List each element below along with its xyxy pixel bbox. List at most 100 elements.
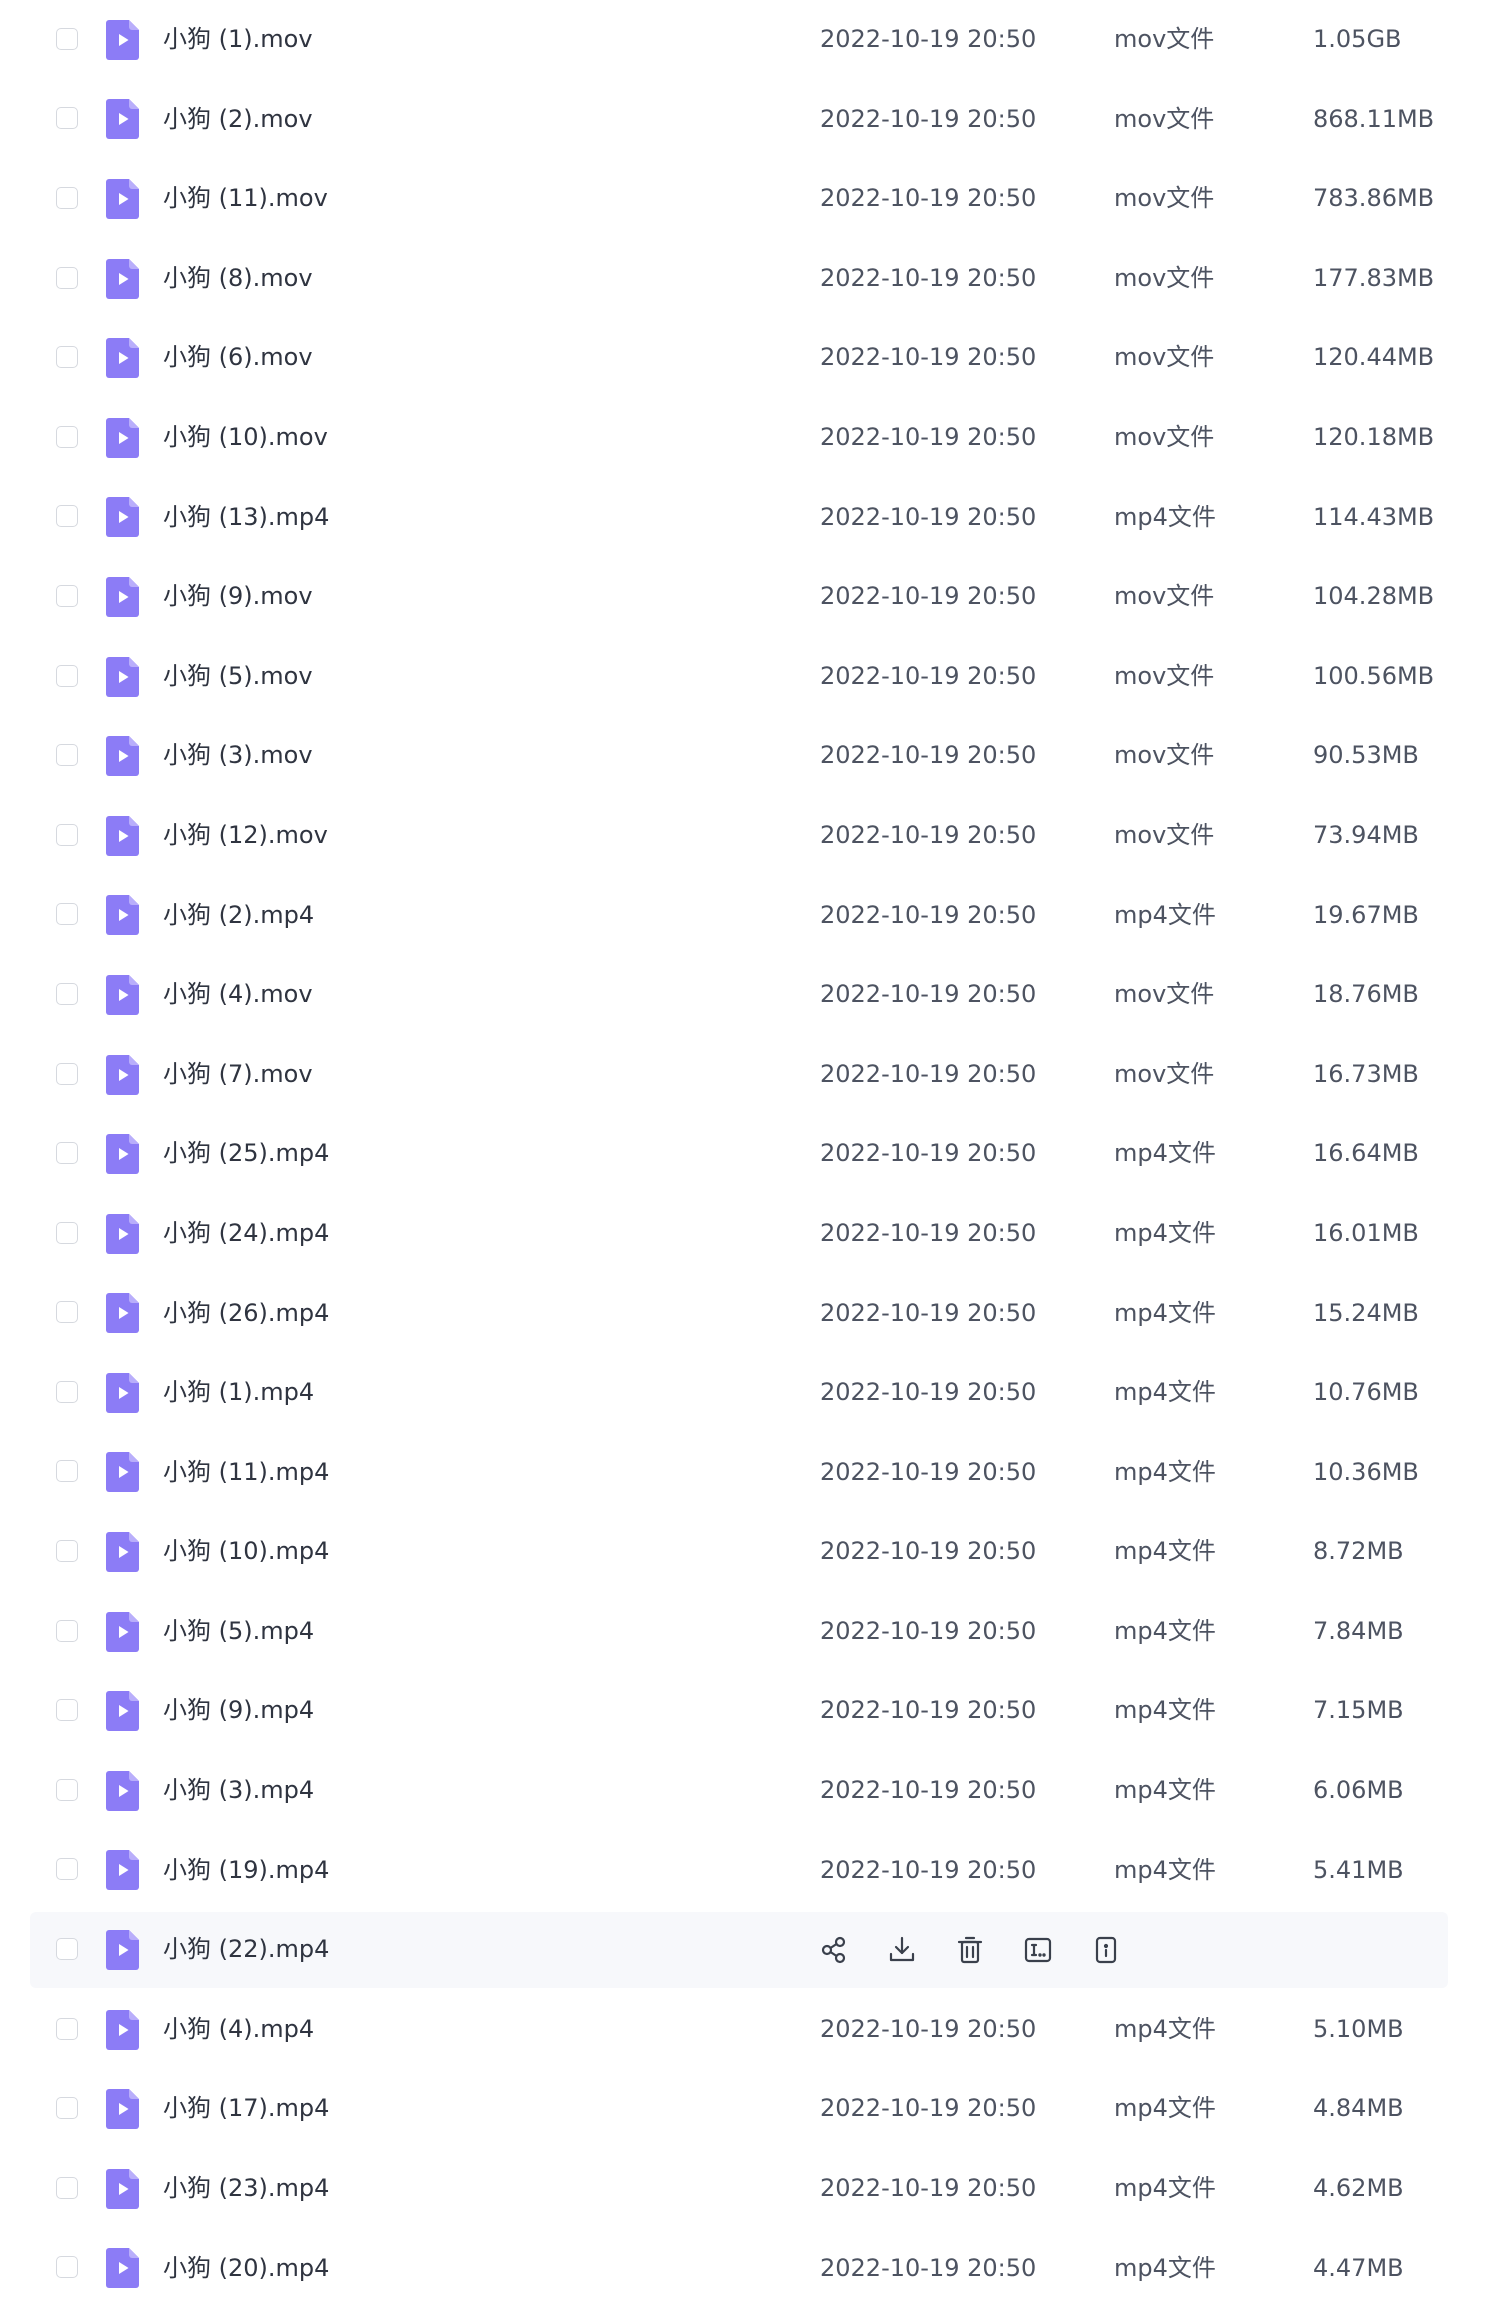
file-name[interactable]: 小狗 (3).mov bbox=[163, 716, 313, 796]
file-name[interactable]: 小狗 (26).mp4 bbox=[163, 1274, 329, 1354]
download-button[interactable] bbox=[882, 1930, 922, 1970]
row-checkbox[interactable] bbox=[56, 1142, 78, 1165]
row-checkbox[interactable] bbox=[56, 425, 78, 448]
video-file-icon bbox=[106, 497, 139, 538]
file-row[interactable]: 小狗 (5).mp4 2022-10-19 20:50 mp4文件 7.84MB bbox=[0, 1592, 1500, 1672]
file-name[interactable]: 小狗 (2).mp4 bbox=[163, 876, 314, 956]
file-row[interactable]: 小狗 (10).mov 2022-10-19 20:50 mov文件 120.18MB bbox=[0, 398, 1500, 478]
file-name[interactable]: 小狗 (10).mov bbox=[163, 398, 328, 478]
file-row[interactable]: 小狗 (22).mp4 bbox=[0, 1910, 1500, 1990]
video-file-icon bbox=[106, 974, 139, 1015]
row-checkbox[interactable] bbox=[56, 664, 78, 687]
file-size: 16.64MB bbox=[1313, 1139, 1419, 1168]
file-name[interactable]: 小狗 (19).mp4 bbox=[163, 1831, 329, 1911]
row-checkbox[interactable] bbox=[56, 505, 78, 528]
file-row[interactable]: 小狗 (25).mp4 2022-10-19 20:50 mp4文件 16.64MB bbox=[0, 1114, 1500, 1194]
file-name[interactable]: 小狗 (4).mp4 bbox=[163, 1990, 314, 2070]
row-checkbox[interactable] bbox=[56, 744, 78, 767]
file-row[interactable]: 小狗 (9).mov 2022-10-19 20:50 mov文件 104.28MB bbox=[0, 557, 1500, 637]
file-name[interactable]: 小狗 (10).mp4 bbox=[163, 1512, 329, 1592]
file-name[interactable]: 小狗 (25).mp4 bbox=[163, 1114, 329, 1194]
file-row[interactable]: 小狗 (20).mp4 2022-10-19 20:50 mp4文件 4.47MB bbox=[0, 2229, 1500, 2309]
file-row[interactable]: 小狗 (17).mp4 2022-10-19 20:50 mp4文件 4.84MB bbox=[0, 2069, 1500, 2149]
row-checkbox[interactable] bbox=[56, 1858, 78, 1881]
file-row[interactable]: 小狗 (13).mp4 2022-10-19 20:50 mp4文件 114.43MB bbox=[0, 478, 1500, 558]
file-name[interactable]: 小狗 (3).mp4 bbox=[163, 1751, 314, 1831]
file-name[interactable]: 小狗 (20).mp4 bbox=[163, 2229, 329, 2309]
row-checkbox[interactable] bbox=[56, 1221, 78, 1244]
file-row[interactable]: 小狗 (4).mp4 2022-10-19 20:50 mp4文件 5.10MB bbox=[0, 1990, 1500, 2070]
file-name[interactable]: 小狗 (13).mp4 bbox=[163, 478, 329, 558]
row-checkbox[interactable] bbox=[56, 1062, 78, 1085]
file-row[interactable]: 小狗 (12).mov 2022-10-19 20:50 mov文件 73.94MB bbox=[0, 796, 1500, 876]
file-row[interactable]: 小狗 (19).mp4 2022-10-19 20:50 mp4文件 5.41MB bbox=[0, 1831, 1500, 1911]
file-row[interactable]: 小狗 (10).mp4 2022-10-19 20:50 mp4文件 8.72MB bbox=[0, 1512, 1500, 1592]
file-name[interactable]: 小狗 (1).mov bbox=[163, 0, 313, 80]
file-row[interactable]: 小狗 (6).mov 2022-10-19 20:50 mov文件 120.44MB bbox=[0, 318, 1500, 398]
file-name[interactable]: 小狗 (1).mp4 bbox=[163, 1353, 314, 1433]
row-checkbox[interactable] bbox=[56, 1778, 78, 1801]
file-row[interactable]: 小狗 (2).mp4 2022-10-19 20:50 mp4文件 19.67MB bbox=[0, 876, 1500, 956]
row-checkbox[interactable] bbox=[56, 346, 78, 369]
file-name[interactable]: 小狗 (11).mov bbox=[163, 159, 328, 239]
file-name[interactable]: 小狗 (5).mp4 bbox=[163, 1592, 314, 1672]
row-checkbox[interactable] bbox=[56, 186, 78, 209]
delete-button[interactable] bbox=[950, 1930, 990, 1970]
row-checkbox[interactable] bbox=[56, 266, 78, 289]
row-checkbox[interactable] bbox=[56, 2176, 78, 2199]
file-name[interactable]: 小狗 (8).mov bbox=[163, 239, 313, 319]
file-row[interactable]: 小狗 (4).mov 2022-10-19 20:50 mov文件 18.76MB bbox=[0, 955, 1500, 1035]
file-row[interactable]: 小狗 (1).mp4 2022-10-19 20:50 mp4文件 10.76MB bbox=[0, 1353, 1500, 1433]
row-checkbox[interactable] bbox=[56, 2097, 78, 2120]
file-row[interactable]: 小狗 (2).mov 2022-10-19 20:50 mov文件 868.11MB bbox=[0, 80, 1500, 160]
file-row[interactable]: 小狗 (5).mov 2022-10-19 20:50 mov文件 100.56MB bbox=[0, 637, 1500, 717]
row-checkbox[interactable] bbox=[56, 1619, 78, 1642]
file-name[interactable]: 小狗 (24).mp4 bbox=[163, 1194, 329, 1274]
video-file-icon bbox=[106, 2248, 139, 2289]
file-name[interactable]: 小狗 (12).mov bbox=[163, 796, 328, 876]
row-checkbox[interactable] bbox=[56, 1540, 78, 1563]
file-row[interactable]: 小狗 (3).mov 2022-10-19 20:50 mov文件 90.53MB bbox=[0, 716, 1500, 796]
share-button[interactable] bbox=[814, 1930, 854, 1970]
file-row[interactable]: 小狗 (24).mp4 2022-10-19 20:50 mp4文件 16.01MB bbox=[0, 1194, 1500, 1274]
row-checkbox[interactable] bbox=[56, 107, 78, 130]
file-row[interactable]: 小狗 (9).mp4 2022-10-19 20:50 mp4文件 7.15MB bbox=[0, 1671, 1500, 1751]
file-row[interactable]: 小狗 (1).mov 2022-10-19 20:50 mov文件 1.05GB bbox=[0, 0, 1500, 80]
row-checkbox[interactable] bbox=[56, 1460, 78, 1483]
row-checkbox[interactable] bbox=[56, 982, 78, 1005]
file-size: 7.84MB bbox=[1313, 1616, 1404, 1645]
rename-button[interactable] bbox=[1018, 1930, 1058, 1970]
file-name[interactable]: 小狗 (2).mov bbox=[163, 80, 313, 160]
file-row[interactable]: 小狗 (8).mov 2022-10-19 20:50 mov文件 177.83MB bbox=[0, 239, 1500, 319]
file-name[interactable]: 小狗 (5).mov bbox=[163, 637, 313, 717]
more-button[interactable] bbox=[1086, 1930, 1126, 1970]
file-row[interactable]: 小狗 (11).mov 2022-10-19 20:50 mov文件 783.86MB bbox=[0, 159, 1500, 239]
row-checkbox[interactable] bbox=[56, 1380, 78, 1403]
row-checkbox[interactable] bbox=[56, 1699, 78, 1722]
file-name[interactable]: 小狗 (22).mp4 bbox=[163, 1910, 329, 1990]
row-checkbox[interactable] bbox=[56, 584, 78, 607]
file-name[interactable]: 小狗 (9).mp4 bbox=[163, 1671, 314, 1751]
file-name[interactable]: 小狗 (4).mov bbox=[163, 955, 313, 1035]
file-name[interactable]: 小狗 (7).mov bbox=[163, 1035, 313, 1115]
file-row[interactable]: 小狗 (26).mp4 2022-10-19 20:50 mp4文件 15.24MB bbox=[0, 1274, 1500, 1354]
file-row[interactable]: 小狗 (3).mp4 2022-10-19 20:50 mp4文件 6.06MB bbox=[0, 1751, 1500, 1831]
file-name[interactable]: 小狗 (9).mov bbox=[163, 557, 313, 637]
file-size: 177.83MB bbox=[1313, 263, 1435, 292]
file-row[interactable]: 小狗 (11).mp4 2022-10-19 20:50 mp4文件 10.36MB bbox=[0, 1433, 1500, 1513]
file-row[interactable]: 小狗 (7).mov 2022-10-19 20:50 mov文件 16.73MB bbox=[0, 1035, 1500, 1115]
row-checkbox[interactable] bbox=[56, 903, 78, 926]
file-type: mp4文件 bbox=[1114, 2174, 1216, 2203]
row-checkbox[interactable] bbox=[56, 2017, 78, 2040]
file-row[interactable]: 小狗 (23).mp4 2022-10-19 20:50 mp4文件 4.62MB bbox=[0, 2149, 1500, 2229]
row-checkbox[interactable] bbox=[56, 1301, 78, 1324]
row-checkbox[interactable] bbox=[56, 823, 78, 846]
file-name[interactable]: 小狗 (6).mov bbox=[163, 318, 313, 398]
file-name[interactable]: 小狗 (17).mp4 bbox=[163, 2069, 329, 2149]
file-size: 16.01MB bbox=[1313, 1218, 1419, 1247]
row-checkbox[interactable] bbox=[56, 2256, 78, 2279]
file-name[interactable]: 小狗 (11).mp4 bbox=[163, 1433, 329, 1513]
row-checkbox[interactable] bbox=[56, 1938, 78, 1961]
row-checkbox[interactable] bbox=[56, 27, 78, 50]
file-name[interactable]: 小狗 (23).mp4 bbox=[163, 2149, 329, 2229]
